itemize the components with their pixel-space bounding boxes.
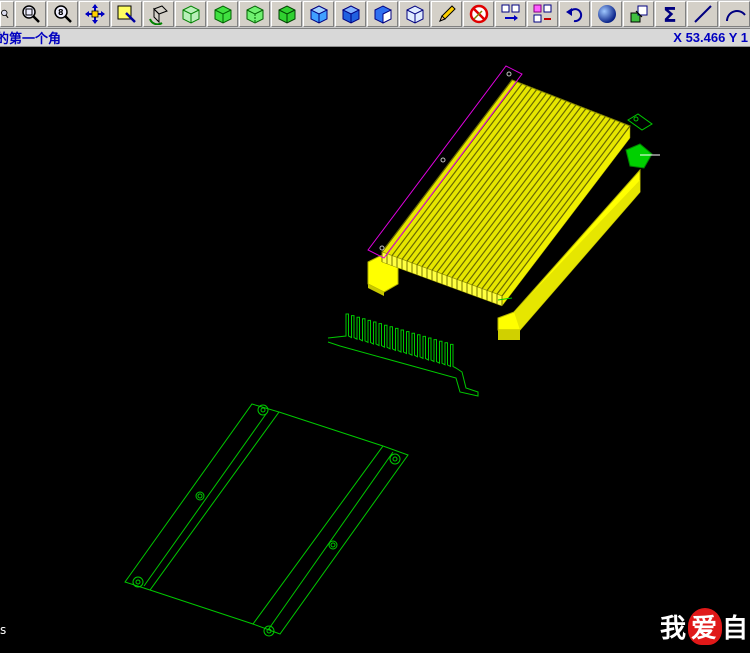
zoom-window-icon[interactable] <box>15 1 46 27</box>
shaded-sphere-icon[interactable] <box>591 1 622 27</box>
cube-wire-4-icon[interactable] <box>271 1 302 27</box>
model-view[interactable] <box>0 48 750 649</box>
fin-profile-wireframe[interactable] <box>327 313 479 397</box>
cursor-coordinates: X 53.466 Y 1 <box>673 30 748 45</box>
sigma-icon[interactable]: Σ <box>655 1 686 27</box>
select-edit-icon[interactable] <box>111 1 142 27</box>
layers-icon[interactable] <box>623 1 654 27</box>
transform-2-icon[interactable] <box>527 1 558 27</box>
main-toolbar: 8 Σ <box>0 0 750 29</box>
heart-icon: 爱 <box>687 608 722 645</box>
base-plate-wireframe[interactable] <box>124 403 409 637</box>
pan-icon[interactable] <box>79 1 110 27</box>
transform-1-icon[interactable] <box>495 1 526 27</box>
rotate-view-icon[interactable] <box>143 1 174 27</box>
status-bar: 的第一个角 X 53.466 Y 1 <box>0 29 750 47</box>
line-icon[interactable] <box>687 1 718 27</box>
undo-icon[interactable] <box>559 1 590 27</box>
pencil-icon[interactable] <box>431 1 462 27</box>
cube-blue-1-icon[interactable] <box>303 1 334 27</box>
svg-text:8: 8 <box>58 8 64 17</box>
cube-wire-1-icon[interactable] <box>175 1 206 27</box>
watermark-text-1: 我 <box>659 614 688 644</box>
watermark-text-2: 自 <box>721 614 750 644</box>
graphics-viewport[interactable]: s 我爱自 <box>0 48 750 649</box>
cube-blue-4-icon[interactable] <box>399 1 430 27</box>
arc-icon[interactable] <box>719 1 750 27</box>
command-prompt-text: 的第一个角 <box>0 32 62 47</box>
heatsink-body[interactable] <box>381 79 631 307</box>
cube-blue-2-icon[interactable] <box>335 1 366 27</box>
cube-wire-3-icon[interactable] <box>239 1 270 27</box>
cube-wire-2-icon[interactable] <box>207 1 238 27</box>
cube-blue-3-icon[interactable] <box>367 1 398 27</box>
zoom-fit-icon[interactable]: 8 <box>47 1 78 27</box>
corner-char: s <box>0 623 7 637</box>
watermark-logo: 我爱自 <box>660 608 750 645</box>
svg-text:Σ: Σ <box>663 3 677 25</box>
no-draw-icon[interactable] <box>463 1 494 27</box>
zoom-partial-icon[interactable] <box>0 1 14 27</box>
axis-triad-icon[interactable] <box>625 143 660 169</box>
